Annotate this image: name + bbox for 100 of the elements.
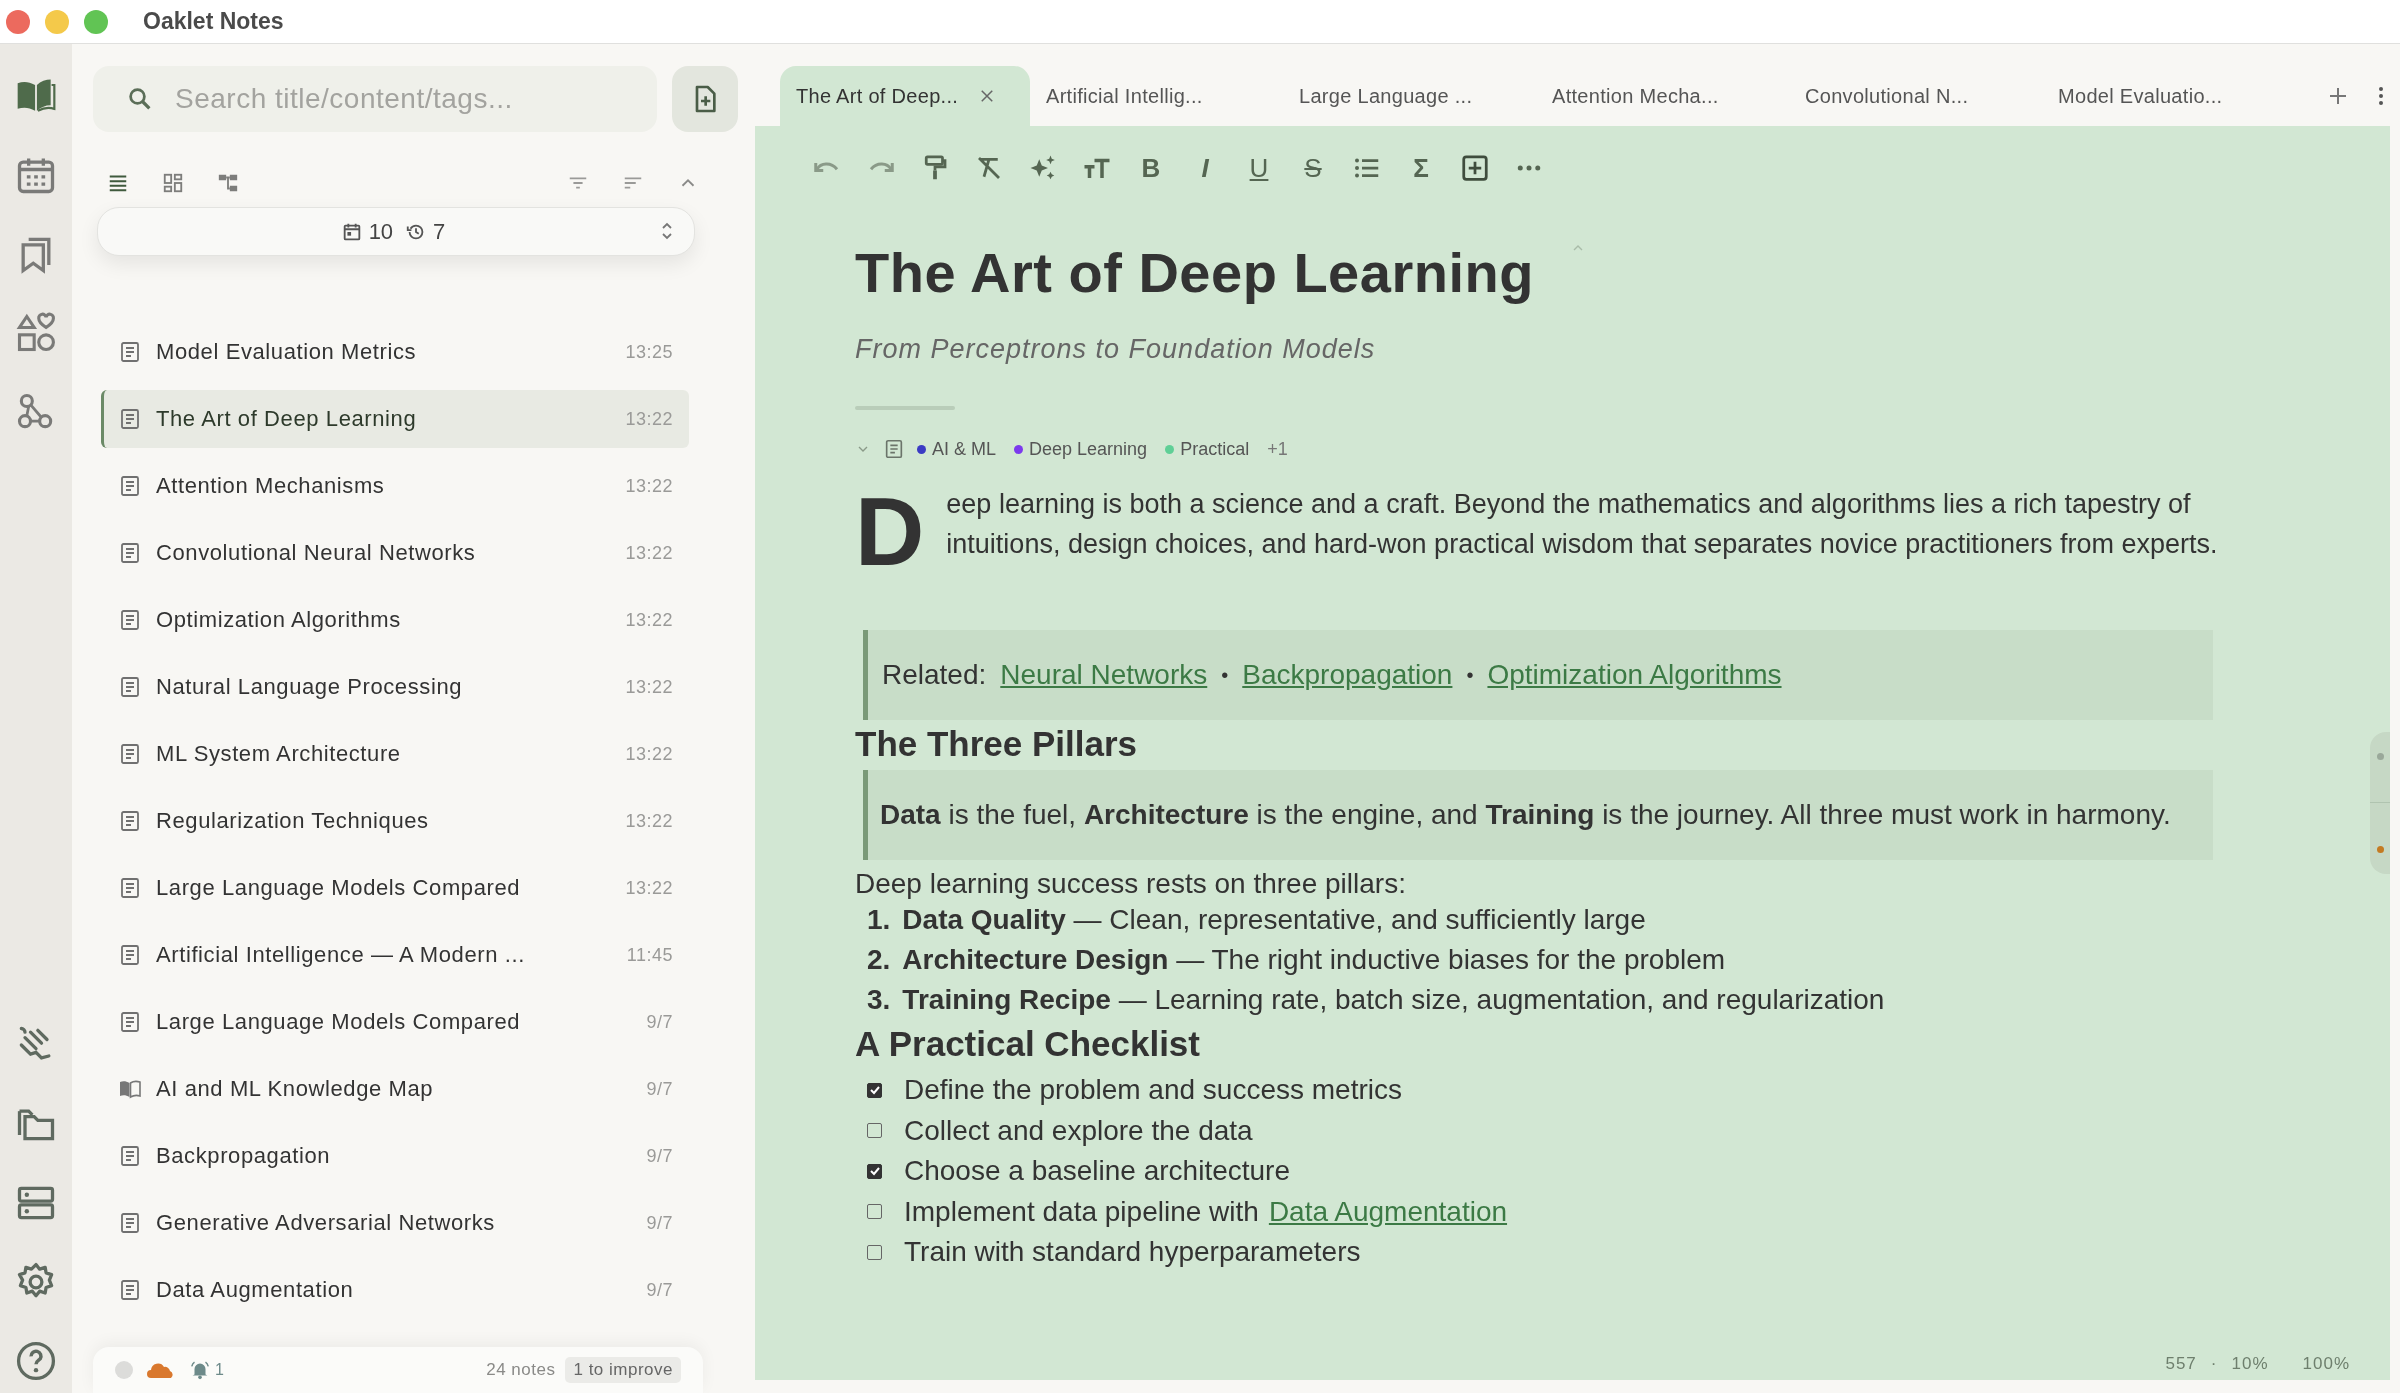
document-icon — [883, 438, 905, 460]
format-button[interactable]: S — [1296, 151, 1330, 185]
note-count: 24 notes — [486, 1360, 556, 1380]
checklist-text: Collect and explore the data — [904, 1114, 1253, 1147]
note-time: 9/7 — [646, 1011, 673, 1033]
note-item[interactable]: Natural Language Processing 13:22 — [101, 658, 689, 716]
tab-label: Artificial Intellig... — [1046, 84, 1203, 108]
related-label: Related: — [882, 659, 987, 691]
document-icon — [118, 742, 142, 766]
note-title: Optimization Algorithms — [156, 607, 402, 633]
list-number: 2. — [867, 944, 891, 976]
note-tab[interactable]: The Art of Deep... — [780, 66, 1030, 126]
note-item[interactable]: Convolutional Neural Networks 13:22 — [101, 524, 689, 582]
section-heading: A Practical Checklist — [855, 1024, 1201, 1064]
checkbox[interactable] — [867, 1244, 882, 1260]
format-button[interactable]: Σ — [1404, 151, 1438, 185]
note-tab[interactable]: Model Evaluatio... — [2042, 66, 2295, 126]
note-time: 13:22 — [625, 743, 673, 765]
note-item[interactable]: Large Language Models Compared 13:22 — [101, 859, 689, 917]
checklist-text: Choose a baseline architecture — [904, 1155, 1290, 1188]
document-subtitle: From Perceptrons to Foundation Models — [855, 334, 1377, 365]
note-item[interactable]: Optimization Algorithms 13:22 — [101, 591, 689, 649]
note-tab[interactable]: Attention Mecha... — [1536, 66, 1789, 126]
window-title: Oaklet Notes — [143, 8, 284, 35]
format-button[interactable]: U — [1242, 151, 1276, 185]
note-item[interactable]: The Art of Deep Learning 13:22 — [101, 390, 689, 448]
note-item[interactable]: Artificial Intelligence — A Modern ... 11:45 — [101, 926, 689, 984]
tab-label: The Art of Deep... — [796, 84, 959, 108]
tag-label[interactable]: AI & ML — [932, 438, 997, 460]
note-link[interactable]: Data Augmentation — [1268, 1195, 1508, 1228]
note-item[interactable]: ML System Architecture 13:22 — [101, 725, 689, 783]
checkbox[interactable] — [867, 1123, 882, 1139]
note-title: Natural Language Processing — [156, 674, 464, 700]
minimap-marker[interactable] — [2370, 732, 2390, 874]
checklist-text: Implement data pipeline with — [904, 1195, 1259, 1228]
note-time: 11:45 — [626, 944, 673, 966]
tag-label[interactable]: Practical — [1180, 438, 1250, 460]
format-button[interactable]: I — [1188, 151, 1222, 185]
cloud-icon — [147, 1361, 175, 1379]
note-item[interactable]: Data Augmentation 9/7 — [101, 1261, 689, 1319]
note-item[interactable]: Model Evaluation Metrics 13:25 — [101, 323, 689, 381]
note-title: The Art of Deep Learning — [156, 406, 418, 432]
separator: • — [1466, 663, 1474, 687]
note-title: Model Evaluation Metrics — [156, 339, 418, 365]
separator: · — [2210, 1354, 2218, 1374]
note-tab[interactable]: Convolutional N... — [1789, 66, 2042, 126]
alert-count: 1 — [215, 1361, 224, 1379]
checkbox[interactable] — [867, 1204, 882, 1220]
tag-label[interactable]: Deep Learning — [1029, 438, 1148, 460]
note-item[interactable]: Generative Adversarial Networks 9/7 — [101, 1194, 689, 1252]
related-link[interactable]: Backpropagation — [1242, 659, 1453, 691]
document-icon — [118, 474, 142, 498]
section-heading: The Three Pillars — [855, 724, 1139, 764]
note-tab[interactable]: Large Language ... — [1283, 66, 1536, 126]
note-tab[interactable]: Artificial Intellig... — [1030, 66, 1283, 126]
related-link[interactable]: Optimization Algorithms — [1487, 659, 1782, 691]
recent-count: 7 — [433, 218, 446, 245]
note-item[interactable]: AI and ML Knowledge Map 9/7 — [101, 1060, 689, 1118]
note-time: 13:22 — [625, 676, 673, 698]
note-time: 9/7 — [646, 1078, 673, 1100]
status-dot — [115, 1361, 133, 1379]
intro-paragraph: eep learning is both a science and a craft. Beyond the mathematics and algorithms lies a rich tapestry of intuitions, design choices, and hard-won practical wisdom that separates novice practitioners from experts. — [946, 488, 2219, 561]
note-time: 13:22 — [625, 475, 673, 497]
format-button[interactable]: B — [1134, 151, 1168, 185]
list-item-text: Training Recipe — Learning rate, batch size, augmentation, and regularization — [902, 984, 1885, 1016]
document-icon — [118, 809, 142, 833]
checkbox[interactable] — [867, 1082, 882, 1098]
document-icon — [118, 1211, 142, 1235]
new-note-button[interactable] — [672, 66, 738, 132]
help-icon[interactable] — [14, 1339, 58, 1383]
bell-icon — [189, 1359, 211, 1381]
more-icon[interactable] — [2376, 84, 2386, 108]
document-icon — [118, 876, 142, 900]
improve-badge[interactable]: 1 to improve — [565, 1357, 681, 1383]
checkbox[interactable] — [867, 1163, 882, 1179]
note-title: ML System Architecture — [156, 741, 402, 767]
note-title: Large Language Models Compared — [156, 875, 522, 901]
search-field[interactable]: Search title/content/tags... — [93, 66, 657, 132]
related-link[interactable]: Neural Networks — [1000, 659, 1208, 691]
document-icon — [118, 608, 142, 632]
note-title: Generative Adversarial Networks — [156, 1210, 496, 1236]
document-icon — [118, 1144, 142, 1168]
drop-cap: D — [855, 484, 925, 580]
note-item[interactable]: Backpropagation 9/7 — [101, 1127, 689, 1185]
note-item[interactable]: Attention Mechanisms 13:22 — [101, 457, 689, 515]
note-time: 9/7 — [646, 1279, 673, 1301]
note-time: 13:25 — [625, 341, 673, 363]
document-icon — [118, 675, 142, 699]
note-item[interactable]: Large Language Models Compared 9/7 — [101, 993, 689, 1051]
date-filter[interactable]: 10 7 — [97, 207, 695, 256]
document-icon — [118, 943, 142, 967]
more-tags[interactable]: +1 — [1267, 438, 1288, 460]
separator: • — [1221, 663, 1229, 687]
document-icon — [118, 407, 142, 431]
note-title: Attention Mechanisms — [156, 473, 386, 499]
close-button[interactable] — [6, 9, 30, 34]
document-icon — [118, 1010, 142, 1034]
note-item[interactable]: Regularization Techniques 13:22 — [101, 792, 689, 850]
note-time: 9/7 — [646, 1212, 673, 1234]
list-number: 1. — [867, 904, 891, 936]
